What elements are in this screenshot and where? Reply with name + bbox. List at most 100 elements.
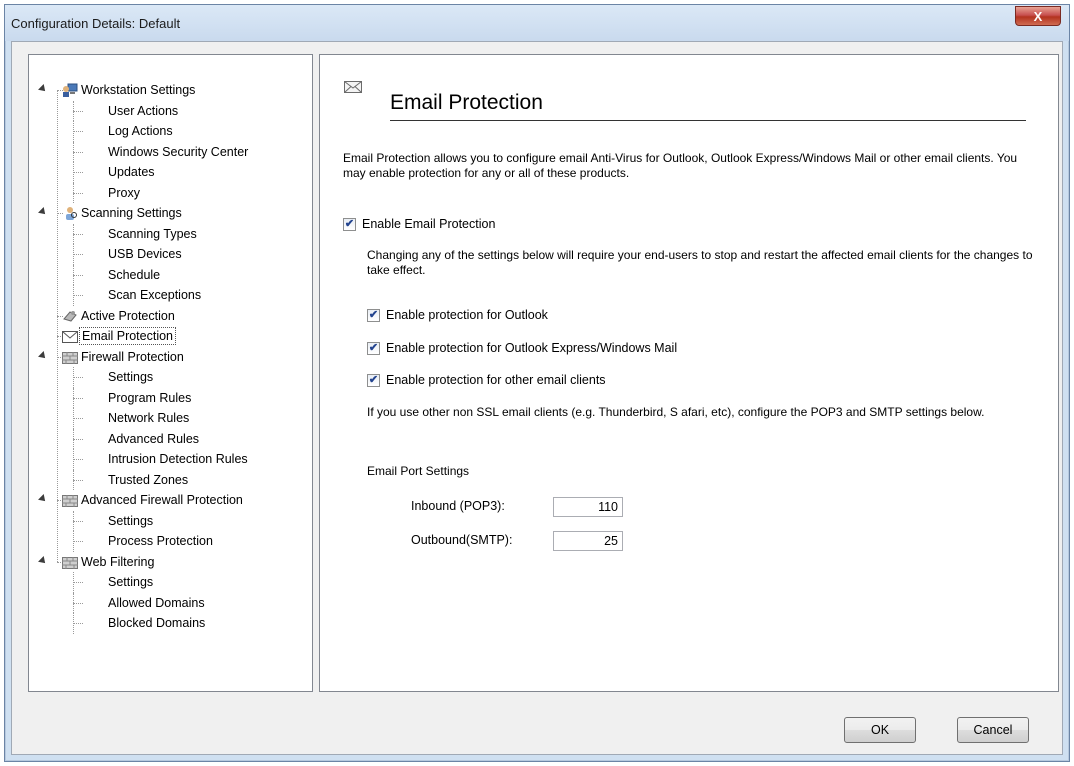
tree-item-advanced-firewall-protection[interactable]: Advanced Firewall Protection (29, 490, 312, 511)
tree-item-firewall-protection[interactable]: Firewall Protection (29, 347, 312, 368)
tree-item-allowed-domains[interactable]: Allowed Domains (29, 592, 312, 613)
tree-item-label: Proxy (108, 185, 140, 200)
tree-item-scanning-types[interactable]: Scanning Types (29, 223, 312, 244)
ok-button[interactable]: OK (844, 717, 916, 743)
tree-item-settings[interactable]: Settings (29, 367, 312, 388)
firewall-icon (62, 493, 78, 507)
tree-item-label: Scan Exceptions (108, 288, 202, 302)
checkmark-icon: ✔ (368, 309, 379, 321)
tree-connector-line (73, 582, 83, 583)
expand-arrow-icon[interactable] (38, 84, 48, 94)
heading-divider (390, 120, 1026, 121)
tree-item-label: Network Rules (108, 411, 190, 425)
cancel-button[interactable]: Cancel (957, 717, 1029, 743)
tree-connector-line (73, 151, 83, 153)
tree-item-label: Advanced Rules (108, 431, 200, 446)
tree-item-label: Active Protection (81, 308, 175, 323)
tree-connector-line (73, 520, 83, 522)
tree-item-label: Scanning Settings (81, 206, 182, 220)
tree-item-intrusion-detection-rules[interactable]: Intrusion Detection Rules (29, 449, 312, 470)
tree-item-label: Process Protection (108, 534, 213, 548)
tree-item-trusted-zones[interactable]: Trusted Zones (29, 469, 312, 490)
tree-item-label: Windows Security Center (108, 144, 249, 159)
workstation-icon (62, 83, 78, 97)
enable-email-protection-label[interactable]: Enable Email Protection (362, 217, 495, 231)
expand-arrow-icon[interactable] (38, 555, 48, 566)
tree-connector-line (73, 233, 83, 235)
tree-connector-line (73, 131, 83, 132)
tree-item-label: Scanning Types (108, 226, 197, 241)
tree-item-scan-exceptions[interactable]: Scan Exceptions (29, 285, 312, 306)
tree-item-settings[interactable]: Settings (29, 572, 312, 593)
tree-item-label: Email Protection (79, 327, 177, 345)
outlook-express-protection-label[interactable]: Enable protection for Outlook Express/Wi… (386, 341, 677, 355)
tree-connector-line (73, 418, 83, 419)
other-clients-protection-label[interactable]: Enable protection for other email client… (386, 373, 606, 387)
tree-connector-line (73, 397, 83, 399)
expand-arrow-icon[interactable] (38, 494, 48, 504)
outlook-express-protection-checkbox[interactable]: ✔ (367, 342, 380, 355)
tree-item-label: User Actions (108, 103, 179, 118)
expand-arrow-icon[interactable] (38, 207, 48, 217)
tree-item-label: Workstation Settings (81, 83, 196, 97)
close-icon: X (1033, 8, 1043, 24)
tree-item-log-actions[interactable]: Log Actions (29, 121, 312, 142)
description-text: Email Protection allows you to configure… (343, 151, 1018, 180)
dialog-client-area: Workstation Settings User Actions Log Acti… (11, 41, 1063, 755)
expand-arrow-icon[interactable] (38, 350, 48, 361)
tree-connector-line (73, 377, 83, 378)
checkmark-icon: ✔ (368, 374, 379, 386)
envelope-icon (344, 81, 362, 93)
close-button[interactable]: X (1015, 6, 1061, 26)
tree-item-advanced-rules[interactable]: Advanced Rules (29, 428, 312, 449)
checkmark-icon: ✔ (368, 342, 379, 354)
tree-item-label: Trusted Zones (108, 472, 189, 487)
tree-item-active-protection[interactable]: Active Protection (29, 306, 312, 327)
tree-connector-line (73, 541, 83, 542)
tree-connector-line (73, 274, 83, 276)
other-clients-protection-checkbox[interactable]: ✔ (367, 374, 380, 387)
settings-tree: Workstation Settings User Actions Log Acti… (29, 80, 312, 634)
tree-item-label: Log Actions (108, 124, 173, 138)
tree-item-email-protection[interactable]: Email Protection (29, 326, 312, 347)
outbound-port-input[interactable]: 25 (553, 531, 623, 551)
email-protection-panel: Email Protection Email Protection allows… (319, 54, 1059, 692)
scanning-icon (62, 206, 78, 220)
tree-item-label: Intrusion Detection Rules (108, 452, 248, 466)
tree-item-user-actions[interactable]: User Actions (29, 100, 312, 121)
tree-item-network-rules[interactable]: Network Rules (29, 408, 312, 429)
tree-item-program-rules[interactable]: Program Rules (29, 387, 312, 408)
tree-connector-line (73, 254, 83, 255)
page-title: Email Protection (390, 91, 543, 114)
tree-item-settings[interactable]: Settings (29, 510, 312, 531)
window-title: Configuration Details: Default (11, 16, 181, 31)
tree-item-blocked-domains[interactable]: Blocked Domains (29, 613, 312, 634)
firewall-icon (62, 350, 78, 364)
tree-item-web-filtering[interactable]: Web Filtering (29, 552, 312, 573)
outlook-protection-label[interactable]: Enable protection for Outlook (386, 308, 548, 322)
tree-item-schedule[interactable]: Schedule (29, 264, 312, 285)
title-bar[interactable]: Configuration Details: Default X (5, 5, 1069, 41)
tree-item-workstation-settings[interactable]: Workstation Settings (29, 80, 312, 101)
active-protection-icon (62, 309, 78, 323)
tree-item-scanning-settings[interactable]: Scanning Settings (29, 203, 312, 224)
tree-item-label: Settings (108, 513, 154, 528)
tree-item-label: Program Rules (108, 390, 192, 405)
settings-tree-panel: Workstation Settings User Actions Log Acti… (28, 54, 313, 692)
firewall-icon (62, 555, 78, 569)
tree-connector-line (73, 192, 83, 194)
tree-connector-line (73, 623, 83, 624)
tree-item-updates[interactable]: Updates (29, 162, 312, 183)
tree-item-usb-devices[interactable]: USB Devices (29, 244, 312, 265)
inbound-port-input[interactable]: 110 (553, 497, 623, 517)
tree-item-label: USB Devices (108, 247, 182, 261)
tree-item-process-protection[interactable]: Process Protection (29, 531, 312, 552)
outlook-protection-checkbox[interactable]: ✔ (367, 309, 380, 322)
configuration-dialog: Configuration Details: Default X Worksta… (4, 4, 1070, 762)
tree-item-label: Updates (108, 165, 155, 179)
tree-item-proxy[interactable]: Proxy (29, 182, 312, 203)
tree-item-windows-security-center[interactable]: Windows Security Center (29, 141, 312, 162)
restart-note: Changing any of the settings below will … (367, 248, 1033, 277)
enable-email-protection-checkbox[interactable]: ✔ (343, 218, 356, 231)
tree-item-label: Allowed Domains (108, 595, 205, 610)
